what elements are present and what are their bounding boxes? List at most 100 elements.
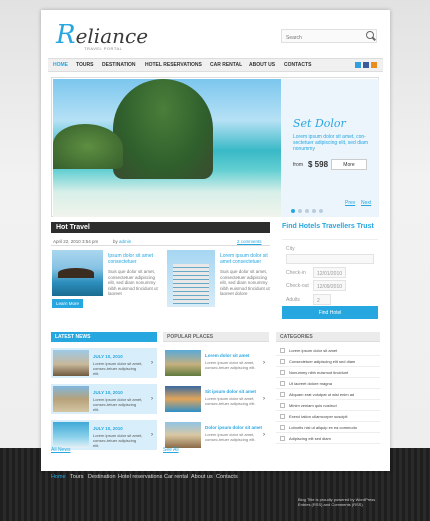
- post-author[interactable]: admin: [119, 239, 131, 244]
- slide-dot[interactable]: [312, 209, 316, 213]
- slide-dot[interactable]: [298, 209, 302, 213]
- popular-places-header: POPULAR PLACES: [163, 332, 269, 342]
- footer-tours[interactable]: Tours: [70, 474, 83, 480]
- adults-field[interactable]: 2: [313, 294, 331, 305]
- place-title: Dolor ipsum dolor sit amet: [205, 425, 263, 430]
- category-item[interactable]: Nonummy nibh euismod tincidunt: [276, 368, 380, 378]
- news-item[interactable]: JULY 10, 2010 Lorem ipsum dolor sit amet…: [51, 384, 157, 414]
- slide-price: $ 598: [308, 160, 329, 169]
- nav-contacts[interactable]: CONTACTS: [284, 62, 311, 68]
- see-all-link[interactable]: See All: [163, 447, 179, 453]
- category-item[interactable]: Consectetuer adipiscing elit sed diam: [276, 357, 380, 367]
- hot-item-text: Suis que dolor sit amet, consectetuer ad…: [220, 269, 270, 296]
- post-meta: April 22, 2010 3:54 pm by admin 2 commen…: [51, 237, 270, 246]
- slide-image: [53, 79, 281, 217]
- checkin-field[interactable]: 12/01/2010: [313, 267, 346, 278]
- slide-dot[interactable]: [291, 209, 295, 213]
- category-item[interactable]: Adipiscing elit sed diam: [276, 434, 380, 444]
- prev-link[interactable]: Prev: [345, 200, 355, 206]
- slide-title: Set Dolor: [293, 117, 346, 130]
- more-button[interactable]: More: [331, 159, 367, 170]
- nav-about-us[interactable]: ABOUT US: [249, 62, 275, 68]
- slide-dots: [291, 200, 326, 218]
- place-text: Lorem ipsum dolor sit amet, consec-tetue…: [205, 360, 256, 370]
- checkbox[interactable]: [280, 425, 285, 430]
- checkbox[interactable]: [280, 392, 285, 397]
- arrow-right-icon[interactable]: ›: [151, 396, 153, 402]
- checkbox[interactable]: [280, 403, 285, 408]
- arrow-right-icon[interactable]: ›: [151, 432, 153, 438]
- checkbox[interactable]: [280, 436, 285, 441]
- hot-travel-header: Hot Travel: [51, 222, 270, 233]
- footer-about-us[interactable]: About us: [191, 474, 213, 480]
- checkout-field[interactable]: 12/09/2010: [313, 280, 346, 291]
- footer-contacts[interactable]: Contacts: [216, 474, 238, 480]
- news-date: JULY 10, 2010: [93, 390, 123, 395]
- facebook-icon[interactable]: [363, 62, 369, 68]
- post-date: April 22, 2010 3:54 pm: [53, 239, 99, 244]
- price-from-label: from: [293, 162, 303, 168]
- footer-hotel-reservations[interactable]: Hotel reservations: [118, 474, 162, 480]
- popular-item[interactable]: Sit ipsum dolor sit amet Lorem ipsum dol…: [163, 384, 269, 414]
- hot-item-title[interactable]: Lorem ipsum dolor sit amet consectetuer: [220, 253, 270, 265]
- footer-home[interactable]: Home: [51, 474, 66, 480]
- arrow-right-icon[interactable]: ›: [263, 432, 265, 438]
- find-hotel-button[interactable]: Find Hotel: [282, 306, 378, 319]
- place-thumb: [165, 422, 201, 448]
- hot-image-1[interactable]: [52, 250, 103, 296]
- checkbox[interactable]: [280, 370, 285, 375]
- checkbox[interactable]: [280, 348, 285, 353]
- finder-title: Find Hotels Travellers Trust: [282, 223, 374, 230]
- category-item[interactable]: Lorem ipsum dolor sit amet: [276, 346, 380, 356]
- news-item[interactable]: JULY 10, 2010 Lorem ipsum dolor sit amet…: [51, 348, 157, 378]
- category-item[interactable]: Lobortis nisl ut aliquip ex ea commodo: [276, 423, 380, 433]
- learn-more-button[interactable]: Learn More: [52, 299, 84, 308]
- arrow-right-icon[interactable]: ›: [151, 360, 153, 366]
- place-thumb: [165, 350, 201, 376]
- arrow-right-icon[interactable]: ›: [263, 360, 265, 366]
- adults-label: Adults: [286, 297, 300, 303]
- category-item[interactable]: Exerci tation ullamcorper suscipit: [276, 412, 380, 422]
- checkbox[interactable]: [280, 359, 285, 364]
- footer-copyright: Blog Title is proudly powered by WordPre…: [298, 497, 376, 507]
- nav-tours[interactable]: TOURS: [76, 62, 93, 68]
- comments-link[interactable]: 2 comments: [237, 239, 262, 244]
- slide-dot[interactable]: [319, 209, 323, 213]
- rss-icon[interactable]: [371, 62, 377, 68]
- nav-car-rental[interactable]: CAR RENTAL: [210, 62, 242, 68]
- hotel-finder-form: City Check-in 12/01/2010 Check-out 12/09…: [282, 239, 378, 311]
- city-field[interactable]: [286, 254, 374, 264]
- place-title: Sit ipsum dolor sit amet: [205, 389, 257, 394]
- popular-item[interactable]: Lorem dolor sit amet Lorem ipsum dolor s…: [163, 348, 269, 378]
- footer-destination[interactable]: Destination: [88, 474, 116, 480]
- news-text: Lorem ipsum dolor sit amet, consec-tetue…: [93, 433, 143, 448]
- city-label: City: [286, 246, 295, 252]
- hot-item-title[interactable]: Ipsum dolor sit amet consectetuer: [108, 253, 163, 265]
- category-item[interactable]: Aliquam erat volutpat ut wisi enim ad: [276, 390, 380, 400]
- place-thumb: [165, 386, 201, 412]
- search-input[interactable]: [281, 29, 377, 43]
- popular-item[interactable]: Dolor ipsum dolor sit amet Lorem ipsum d…: [163, 420, 269, 450]
- next-link[interactable]: Next: [361, 200, 371, 206]
- place-text: Lorem ipsum dolor sit amet, consec-tetue…: [205, 432, 256, 442]
- category-item[interactable]: Minim veniam quis nostrud: [276, 401, 380, 411]
- hot-image-2[interactable]: [167, 250, 215, 307]
- checkbox[interactable]: [280, 414, 285, 419]
- category-item[interactable]: Ut laoreet dolore magna: [276, 379, 380, 389]
- slide-dot[interactable]: [305, 209, 309, 213]
- search-icon[interactable]: [366, 31, 374, 39]
- all-news-link[interactable]: All News: [51, 447, 70, 453]
- news-date: JULY 10, 2010: [93, 354, 123, 359]
- nav-home[interactable]: HOME: [53, 62, 68, 68]
- news-text: Lorem ipsum dolor sit amet, consec-tetue…: [93, 397, 143, 412]
- tagline: TRAVEL PORTAL: [84, 46, 123, 51]
- news-date: JULY 10, 2010: [93, 426, 123, 431]
- nav-hotel-reservations[interactable]: HOTEL RESERVATIONS: [145, 62, 202, 68]
- checkbox[interactable]: [280, 381, 285, 386]
- nav-destination[interactable]: DESTINATION: [102, 62, 136, 68]
- news-item[interactable]: JULY 10, 2010 Lorem ipsum dolor sit amet…: [51, 420, 157, 450]
- arrow-right-icon[interactable]: ›: [263, 396, 265, 402]
- slide-text: Lorem ipsum dolor sit amet, con-sectetue…: [293, 134, 369, 152]
- twitter-icon[interactable]: [355, 62, 361, 68]
- footer-car-rental[interactable]: Car rental: [164, 474, 188, 480]
